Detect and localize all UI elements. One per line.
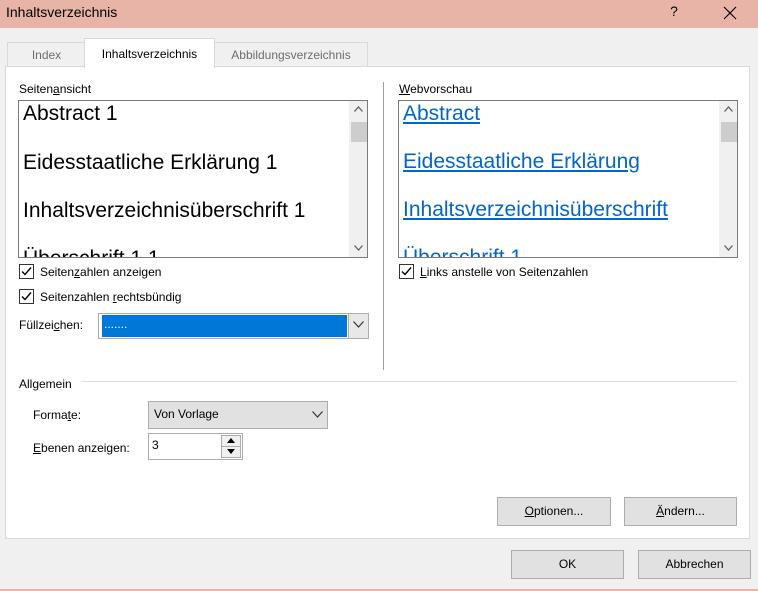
print-preview-box[interactable]: Abstract 1 Eidesstaatliche Erklärung 1 I… xyxy=(18,100,368,258)
show-levels-spinner[interactable]: 3 xyxy=(148,433,243,460)
show-levels-value[interactable]: 3 xyxy=(152,434,212,457)
general-group-title: Allgemein xyxy=(19,377,72,391)
use-hyperlinks-checkbox[interactable] xyxy=(399,264,414,279)
tab-table-of-contents[interactable]: Inhaltsverzeichnis xyxy=(84,38,215,68)
print-preview-entry: Inhaltsverzeichnisüberschrift 1 xyxy=(23,199,306,222)
tab-table-of-figures[interactable]: Abbildungsverzeichnis xyxy=(214,42,368,67)
print-preview-entry: Abstract 1 xyxy=(23,102,118,125)
show-page-numbers-label[interactable]: Seitenzahlen anzeigen xyxy=(40,265,161,279)
print-preview-entry: Überschrift 1 1 xyxy=(23,247,160,257)
web-preview-box[interactable]: Abstract Eidesstaatliche Erklärung Inhal… xyxy=(398,100,738,258)
title-bar: Inhaltsverzeichnis ? xyxy=(0,0,758,28)
tab-label: Abbildungsverzeichnis xyxy=(231,48,351,62)
tab-leader-value: ....... xyxy=(102,315,347,337)
print-preview-scrollbar[interactable] xyxy=(349,101,367,257)
scroll-thumb[interactable] xyxy=(721,122,737,142)
scroll-down-icon[interactable] xyxy=(350,240,367,257)
vertical-divider xyxy=(383,82,384,370)
scroll-down-icon[interactable] xyxy=(720,240,737,257)
modify-button[interactable]: Ändern... xyxy=(624,497,737,526)
right-align-page-numbers-label[interactable]: Seitenzahlen rechtsbündig xyxy=(40,290,181,304)
tab-label: Inhaltsverzeichnis xyxy=(101,47,198,61)
web-preview-link: Überschrift 1 xyxy=(403,246,523,258)
help-icon[interactable]: ? xyxy=(664,3,684,23)
web-preview-link: Abstract xyxy=(403,102,481,125)
web-preview-scrollbar[interactable] xyxy=(719,101,737,257)
web-preview-link: Inhaltsverzeichnisüberschrift xyxy=(403,198,668,221)
scroll-up-icon[interactable] xyxy=(720,101,737,118)
checkmark-icon xyxy=(21,267,32,276)
window-title: Inhaltsverzeichnis xyxy=(6,4,118,20)
print-preview-label: Seitenansicht xyxy=(19,82,92,96)
web-preview-link: Eidesstaatliche Erklärung xyxy=(403,150,640,173)
tab-leader-select[interactable]: ....... xyxy=(98,313,369,339)
cancel-button[interactable]: Abbrechen xyxy=(638,550,751,579)
formats-value: Von Vorlage xyxy=(154,407,219,421)
chevron-down-icon[interactable] xyxy=(308,402,327,428)
tab-index[interactable]: Index xyxy=(7,42,86,67)
spin-down-icon[interactable] xyxy=(221,446,241,458)
chevron-down-icon[interactable] xyxy=(348,314,368,338)
web-preview-label: Webvorschau xyxy=(399,82,473,96)
checkmark-icon xyxy=(21,292,32,301)
scroll-up-icon[interactable] xyxy=(350,101,367,118)
scroll-thumb[interactable] xyxy=(351,122,367,142)
close-icon[interactable] xyxy=(716,2,744,24)
use-hyperlinks-label[interactable]: Links anstelle von Seitenzahlen xyxy=(420,265,588,279)
show-page-numbers-checkbox[interactable] xyxy=(19,264,34,279)
checkmark-icon xyxy=(401,267,412,276)
tab-leader-label: Füllzeichen: xyxy=(19,318,84,332)
show-levels-label: Ebenen anzeigen: xyxy=(33,441,130,455)
group-divider xyxy=(82,381,737,382)
right-align-page-numbers-checkbox[interactable] xyxy=(19,289,34,304)
ok-button[interactable]: OK xyxy=(511,550,624,579)
print-preview-entry: Eidesstaatliche Erklärung 1 xyxy=(23,151,278,174)
tab-label: Index xyxy=(31,48,62,62)
formats-label: Formate: xyxy=(33,408,82,422)
options-button[interactable]: Optionen... xyxy=(497,497,611,526)
formats-select[interactable]: Von Vorlage xyxy=(148,401,328,429)
